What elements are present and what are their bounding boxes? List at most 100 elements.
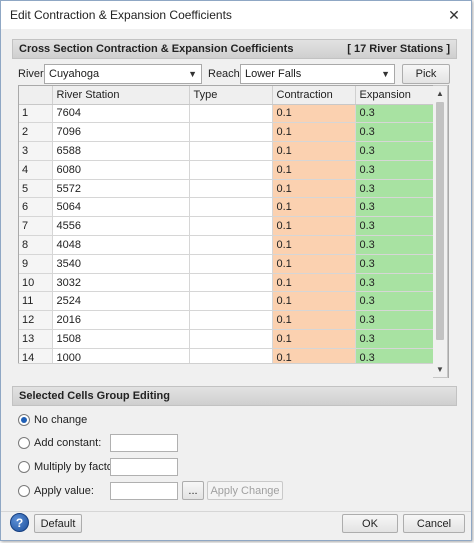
default-button[interactable]: Default bbox=[34, 514, 82, 533]
expansion-cell[interactable]: 0.3 bbox=[355, 291, 436, 312]
row-number-cell[interactable]: 1 bbox=[19, 104, 53, 124]
type-cell[interactable] bbox=[189, 329, 273, 349]
column-header-river-station[interactable]: River Station bbox=[52, 86, 190, 105]
river-station-cell[interactable]: 6588 bbox=[52, 141, 190, 161]
table-row[interactable]: 7 4556 0.1 0.3 bbox=[19, 216, 436, 237]
river-station-cell[interactable]: 3540 bbox=[52, 254, 190, 274]
type-cell[interactable] bbox=[189, 216, 273, 237]
river-station-cell[interactable]: 5064 bbox=[52, 197, 190, 218]
column-header-contraction[interactable]: Contraction bbox=[272, 86, 356, 105]
browse-button[interactable]: ... bbox=[182, 481, 204, 500]
scrollbar-thumb[interactable] bbox=[436, 102, 444, 340]
type-cell[interactable] bbox=[189, 141, 273, 161]
table-row[interactable]: 9 3540 0.1 0.3 bbox=[19, 254, 436, 274]
row-number-cell[interactable]: 6 bbox=[19, 197, 53, 218]
type-cell[interactable] bbox=[189, 197, 273, 218]
contraction-cell[interactable]: 0.1 bbox=[272, 141, 356, 161]
table-row[interactable]: 13 1508 0.1 0.3 bbox=[19, 329, 436, 349]
table-row[interactable]: 8 4048 0.1 0.3 bbox=[19, 235, 436, 255]
contraction-cell[interactable]: 0.1 bbox=[272, 104, 356, 124]
river-station-cell[interactable]: 3032 bbox=[52, 273, 190, 293]
radio-unselected-icon[interactable] bbox=[18, 485, 30, 497]
type-cell[interactable] bbox=[189, 254, 273, 274]
scroll-up-arrow-icon[interactable]: ▲ bbox=[436, 89, 444, 98]
expansion-cell[interactable]: 0.3 bbox=[355, 329, 436, 349]
add-constant-input[interactable] bbox=[110, 434, 178, 452]
expansion-cell[interactable]: 0.3 bbox=[355, 141, 436, 161]
river-select[interactable]: Cuyahoga ▼ bbox=[44, 64, 202, 84]
contraction-cell[interactable]: 0.1 bbox=[272, 254, 356, 274]
type-cell[interactable] bbox=[189, 122, 273, 143]
type-cell[interactable] bbox=[189, 104, 273, 124]
radio-unselected-icon[interactable] bbox=[18, 461, 30, 473]
row-number-cell[interactable]: 3 bbox=[19, 141, 53, 161]
row-number-cell[interactable]: 8 bbox=[19, 235, 53, 255]
option-multiply-factor[interactable]: Multiply by factor: bbox=[18, 457, 120, 477]
expansion-cell[interactable]: 0.3 bbox=[355, 273, 436, 293]
row-number-cell[interactable]: 13 bbox=[19, 329, 53, 349]
row-number-cell[interactable]: 5 bbox=[19, 179, 53, 199]
contraction-cell[interactable]: 0.1 bbox=[272, 310, 356, 331]
expansion-cell[interactable]: 0.3 bbox=[355, 254, 436, 274]
expansion-cell[interactable]: 0.3 bbox=[355, 179, 436, 199]
river-station-cell[interactable]: 7604 bbox=[52, 104, 190, 124]
row-number-cell[interactable]: 2 bbox=[19, 122, 53, 143]
table-row[interactable]: 10 3032 0.1 0.3 bbox=[19, 273, 436, 293]
river-station-cell[interactable]: 4556 bbox=[52, 216, 190, 237]
contraction-cell[interactable]: 0.1 bbox=[272, 160, 356, 180]
scroll-down-arrow-icon[interactable]: ▼ bbox=[436, 365, 444, 374]
contraction-cell[interactable]: 0.1 bbox=[272, 179, 356, 199]
expansion-cell[interactable]: 0.3 bbox=[355, 235, 436, 255]
help-icon[interactable]: ? bbox=[10, 513, 29, 532]
river-station-cell[interactable]: 6080 bbox=[52, 160, 190, 180]
table-row[interactable]: 3 6588 0.1 0.3 bbox=[19, 141, 436, 161]
contraction-cell[interactable]: 0.1 bbox=[272, 122, 356, 143]
expansion-cell[interactable]: 0.3 bbox=[355, 310, 436, 331]
coefficients-table[interactable]: River Station Type Contraction Expansion… bbox=[18, 85, 449, 378]
river-station-cell[interactable]: 7096 bbox=[52, 122, 190, 143]
table-row[interactable]: 5 5572 0.1 0.3 bbox=[19, 179, 436, 199]
expansion-cell[interactable]: 0.3 bbox=[355, 122, 436, 143]
close-icon[interactable]: ✕ bbox=[437, 1, 471, 29]
contraction-cell[interactable]: 0.1 bbox=[272, 235, 356, 255]
expansion-cell[interactable]: 0.3 bbox=[355, 104, 436, 124]
radio-selected-icon[interactable] bbox=[18, 414, 30, 426]
reach-select[interactable]: Lower Falls ▼ bbox=[240, 64, 395, 84]
table-row[interactable]: 1 7604 0.1 0.3 bbox=[19, 104, 436, 124]
option-apply-value[interactable]: Apply value: bbox=[18, 481, 94, 501]
contraction-cell[interactable]: 0.1 bbox=[272, 273, 356, 293]
expansion-cell[interactable]: 0.3 bbox=[355, 197, 436, 218]
river-station-cell[interactable]: 4048 bbox=[52, 235, 190, 255]
table-row[interactable]: 2 7096 0.1 0.3 bbox=[19, 122, 436, 143]
column-header-expansion[interactable]: Expansion bbox=[355, 86, 436, 105]
expansion-cell[interactable]: 0.3 bbox=[355, 160, 436, 180]
table-row[interactable]: 11 2524 0.1 0.3 bbox=[19, 291, 436, 312]
type-cell[interactable] bbox=[189, 179, 273, 199]
pick-button[interactable]: Pick bbox=[402, 64, 450, 84]
column-header-type[interactable]: Type bbox=[189, 86, 273, 105]
radio-unselected-icon[interactable] bbox=[18, 437, 30, 449]
apply-value-input[interactable] bbox=[110, 482, 178, 500]
row-number-cell[interactable]: 10 bbox=[19, 273, 53, 293]
vertical-scrollbar[interactable]: ▲ ▼ bbox=[433, 85, 448, 378]
option-add-constant[interactable]: Add constant: bbox=[18, 433, 101, 453]
river-station-cell[interactable]: 2524 bbox=[52, 291, 190, 312]
river-station-cell[interactable]: 5572 bbox=[52, 179, 190, 199]
row-number-cell[interactable]: 7 bbox=[19, 216, 53, 237]
type-cell[interactable] bbox=[189, 291, 273, 312]
contraction-cell[interactable]: 0.1 bbox=[272, 197, 356, 218]
river-station-cell[interactable]: 2016 bbox=[52, 310, 190, 331]
row-number-cell[interactable]: 12 bbox=[19, 310, 53, 331]
option-no-change[interactable]: No change bbox=[18, 410, 87, 430]
table-row[interactable]: 12 2016 0.1 0.3 bbox=[19, 310, 436, 331]
type-cell[interactable] bbox=[189, 310, 273, 331]
ok-button[interactable]: OK bbox=[342, 514, 398, 533]
type-cell[interactable] bbox=[189, 235, 273, 255]
type-cell[interactable] bbox=[189, 273, 273, 293]
type-cell[interactable] bbox=[189, 160, 273, 180]
table-row[interactable]: 4 6080 0.1 0.3 bbox=[19, 160, 436, 180]
contraction-cell[interactable]: 0.1 bbox=[272, 291, 356, 312]
contraction-cell[interactable]: 0.1 bbox=[272, 329, 356, 349]
horizontal-scrollbar[interactable] bbox=[18, 363, 433, 378]
cancel-button[interactable]: Cancel bbox=[403, 514, 465, 533]
